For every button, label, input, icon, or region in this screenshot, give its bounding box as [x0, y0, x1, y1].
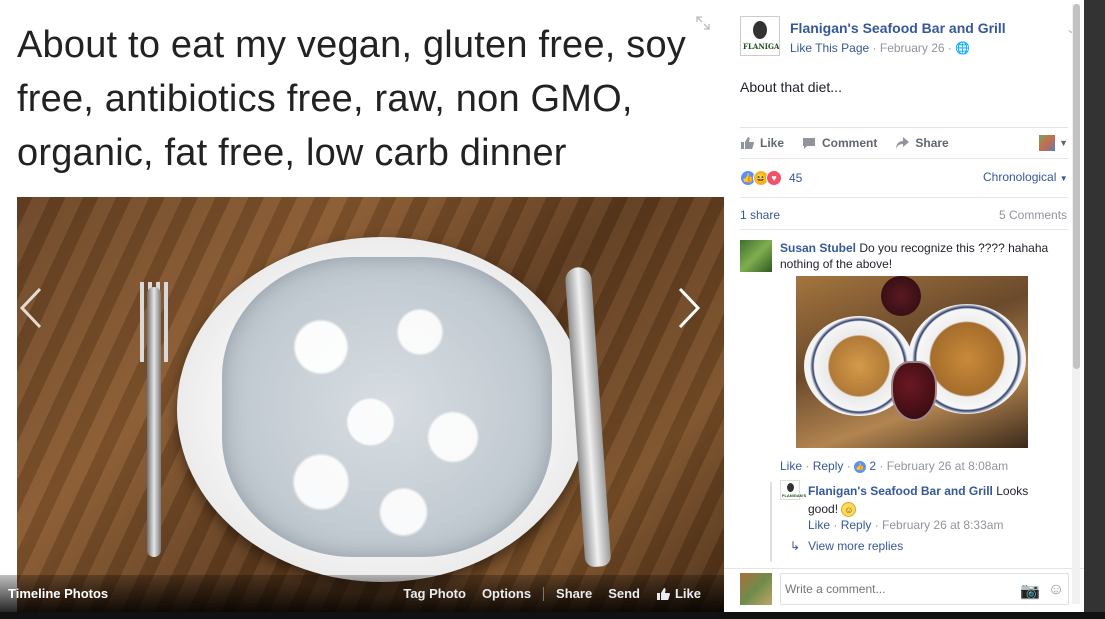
comment-photo[interactable]	[796, 276, 1028, 448]
comment-icon	[803, 138, 816, 149]
blush-emoji-icon: ☺	[841, 502, 857, 518]
reply-body: Flanigan's Seafood Bar and Grill Looks g…	[808, 482, 1048, 518]
divider	[740, 197, 1068, 198]
previous-photo-button[interactable]	[14, 285, 48, 335]
post-caption: About that diet...	[740, 79, 842, 95]
fullscreen-icon[interactable]	[694, 14, 712, 32]
meme-line-3: organic, fat free, low carb dinner	[17, 132, 567, 174]
ice-cubes	[222, 257, 552, 557]
reply-arrow-icon: ↳	[790, 539, 801, 553]
like-photo-label: Like	[674, 586, 701, 601]
page-name-link[interactable]: Flanigan's Seafood Bar and Grill	[790, 20, 1006, 36]
share-label: Share	[915, 136, 949, 150]
divider	[740, 158, 1068, 159]
share-arrow-icon	[896, 137, 910, 149]
comment-timestamp[interactable]: February 26 at 8:08am	[887, 459, 1008, 473]
comment-like-link[interactable]: Like	[780, 459, 802, 473]
reply-meta: Like · Reply · February 26 at 8:33am	[808, 518, 1004, 532]
like-button[interactable]: Like	[740, 136, 784, 150]
post-date[interactable]: February 26	[880, 41, 945, 55]
comment-sort-label: Chronological	[983, 170, 1057, 184]
reply-reply-link[interactable]: Reply	[841, 518, 872, 532]
comment-label: Comment	[822, 136, 878, 150]
comments-count-link[interactable]: 5 Comments	[999, 208, 1067, 222]
tag-photo-button[interactable]: Tag Photo	[395, 586, 474, 601]
post-actions: Like Comment Share ▼	[740, 133, 1068, 153]
fork	[147, 287, 161, 557]
reactions-summary[interactable]: 👍 😆 ♥ 45	[740, 170, 802, 186]
emoji-icon[interactable]: ☺	[1048, 581, 1064, 601]
logo-text: FLANIGAN'S	[743, 42, 780, 51]
globe-icon: 🌐	[955, 41, 971, 55]
comment-author[interactable]: Susan Stubel	[780, 241, 856, 255]
thumbs-up-icon	[656, 587, 670, 600]
reply-author[interactable]: Flanigan's Seafood Bar and Grill	[808, 484, 993, 498]
post-meta: Like This Page · February 26 · 🌐	[790, 41, 971, 55]
send-button[interactable]: Send	[600, 586, 648, 601]
background-page-edge	[0, 612, 1105, 619]
like-this-page-link[interactable]: Like This Page	[790, 41, 869, 55]
view-more-replies-label: View more replies	[808, 539, 904, 553]
photo-action-bar: Timeline Photos Tag Photo Options Share …	[0, 575, 724, 612]
comment-meta: Like · Reply · 👍 2 · February 26 at 8:08…	[780, 459, 1009, 473]
like-photo-button[interactable]: Like	[648, 586, 709, 601]
post-as-selector[interactable]: ▼	[1039, 135, 1068, 151]
comment-body: Susan Stubel Do you recognize this ???? …	[780, 240, 1070, 272]
commenter-avatar[interactable]	[740, 240, 772, 272]
love-reaction-icon: ♥	[766, 170, 782, 186]
comment-like-count[interactable]: 2	[869, 459, 876, 473]
comment-reply-link[interactable]: Reply	[813, 459, 844, 473]
post-header: FLANIGAN'S Flanigan's Seafood Bar and Gr…	[740, 16, 1076, 60]
divider	[543, 586, 545, 601]
comment-composer: 📷 ☺	[724, 568, 1084, 612]
reaction-count: 45	[789, 171, 803, 185]
background-page-edge	[1084, 0, 1105, 612]
view-more-replies-link[interactable]: ↳ View more replies	[790, 539, 903, 553]
divider	[740, 127, 1068, 128]
divider	[740, 229, 1068, 230]
album-title[interactable]: Timeline Photos	[0, 586, 395, 601]
avatar	[1039, 135, 1056, 151]
viewer-avatar	[740, 573, 772, 605]
ice-plate-photo	[17, 197, 724, 612]
share-button[interactable]: Share	[895, 136, 949, 150]
photo-theater: About to eat my vegan, gluten free, soy …	[0, 0, 1105, 619]
reply-timestamp[interactable]: February 26 at 8:33am	[882, 518, 1003, 532]
share-photo-button[interactable]: Share	[548, 586, 600, 601]
next-photo-button[interactable]	[672, 285, 706, 335]
logo-text: FLANIGAN'S	[782, 493, 807, 498]
caret-down-icon: ▼	[1059, 138, 1068, 148]
page-avatar[interactable]: FLANIGAN'S	[740, 16, 780, 56]
meme-text: About to eat my vegan, gluten free, soy …	[17, 18, 717, 180]
reply-like-link[interactable]: Like	[808, 518, 830, 532]
comment-button[interactable]: Comment	[802, 136, 877, 150]
meme-line-2: free, antibiotics free, raw, non GMO,	[17, 78, 633, 120]
chevron-right-icon	[678, 287, 701, 329]
camera-icon[interactable]: 📷	[1020, 581, 1040, 601]
caret-down-icon: ▼	[1059, 174, 1068, 183]
thumbs-up-icon	[741, 137, 754, 149]
comment-sort-dropdown[interactable]: Chronological ▼	[983, 170, 1068, 184]
like-count-icon: 👍	[854, 460, 867, 473]
chevron-left-icon	[19, 287, 42, 329]
reply-avatar[interactable]: FLANIGAN'S	[780, 480, 807, 500]
wine-glass	[891, 361, 937, 421]
like-label: Like	[760, 136, 785, 150]
scrollbar-thumb[interactable]	[1073, 4, 1080, 369]
options-button[interactable]: Options	[474, 586, 539, 601]
photo-stage[interactable]: About to eat my vegan, gluten free, soy …	[0, 0, 724, 612]
reply-thread-line	[770, 482, 772, 562]
shares-link[interactable]: 1 share	[740, 208, 780, 222]
meme-line-1: About to eat my vegan, gluten free, soy	[17, 24, 686, 66]
